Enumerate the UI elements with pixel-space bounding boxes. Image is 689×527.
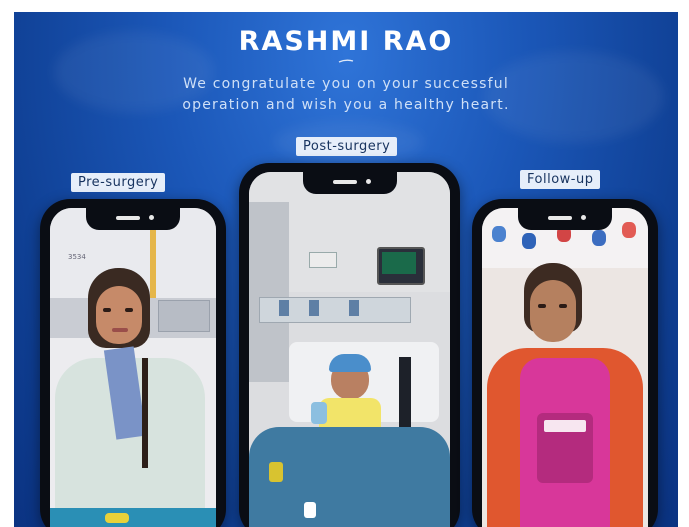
follow-up-phone <box>472 199 658 527</box>
phone-notch <box>86 208 180 230</box>
phone-notch <box>302 172 397 194</box>
pre-surgery-phone: 3534 <box>40 199 226 527</box>
message-line-1: We congratulate you on your successful <box>183 76 509 92</box>
title-swoosh <box>338 59 354 63</box>
post-surgery-label: Post-surgery <box>296 137 398 156</box>
pre-surgery-label: Pre-surgery <box>71 173 166 192</box>
follow-up-label: Follow-up <box>520 170 601 189</box>
follow-up-photo <box>482 208 648 527</box>
phone-notch <box>518 208 612 230</box>
post-surgery-photo <box>249 172 450 527</box>
post-surgery-phone <box>239 163 460 527</box>
room-sign: 3534 <box>68 253 86 261</box>
message-line-2: operation and wish you a healthy heart. <box>182 97 510 113</box>
pre-surgery-photo: 3534 <box>50 208 216 527</box>
patient-name: RASHMI RAO <box>238 26 454 57</box>
congratulations-card: RASHMI RAO We congratulate you on your s… <box>14 12 678 527</box>
congratulation-message: We congratulate you on your successful o… <box>14 74 678 116</box>
